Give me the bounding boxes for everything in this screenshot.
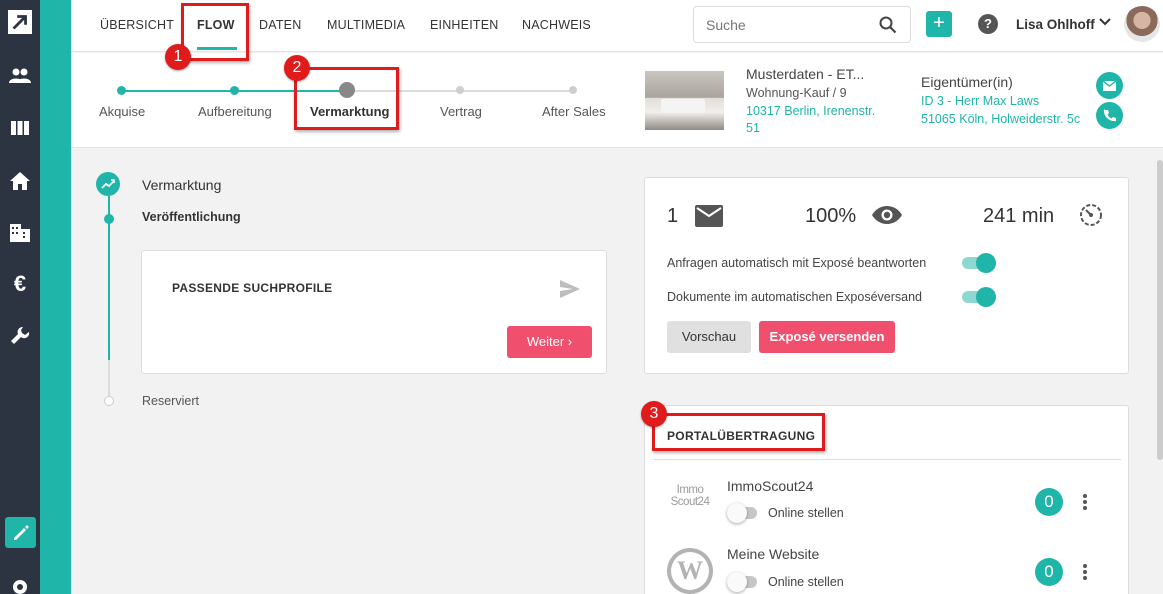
website-more-icon[interactable] [1082,564,1088,580]
trending-icon [96,172,120,196]
logo-icon[interactable] [8,10,32,34]
owner-address-link[interactable]: 51065 Köln, Holweiderstr. 5c [921,112,1080,126]
immoscout-more-icon[interactable] [1082,494,1088,510]
auto-docs-label: Dokumente im automatischen Exposéversand [667,290,922,304]
phone-button[interactable] [1096,102,1123,129]
search-icon[interactable] [879,16,897,37]
portal-name-immoscout: ImmoScout24 [727,478,814,494]
tab-einheiten[interactable]: EINHEITEN [430,18,498,32]
tab-nachweis[interactable]: NACHWEIS [522,18,591,32]
tab-uebersicht[interactable]: ÜBERSICHT [100,18,174,32]
send-expose-button[interactable]: Exposé versenden [759,321,895,353]
timeline-step-reserved[interactable]: Reserviert [142,394,199,408]
sidebar-accent-strip [40,0,71,594]
annotation-box-vermarktung [294,67,399,130]
property-address[interactable]: 10317 Berlin, Irenenstr. 51 [746,103,886,137]
step-dot-akquise[interactable] [117,86,126,95]
suchprofile-title: PASSENDE SUCHPROFILE [172,281,333,295]
immoscout-online-label: Online stellen [768,506,844,520]
timeline-step-title: Veröffentlichung [142,210,241,224]
avatar[interactable] [1124,6,1160,42]
property-title[interactable]: Musterdaten - ET... [746,66,864,82]
portal-name-website: Meine Website [727,546,820,562]
step-dot-after-sales[interactable] [569,86,577,94]
add-button[interactable]: + [926,11,952,37]
property-thumbnail[interactable] [645,71,724,130]
weiter-button-label: Weiter [526,334,565,349]
wrench-icon[interactable] [8,324,32,348]
search-input[interactable] [706,17,866,33]
euro-icon[interactable]: € [8,271,32,296]
annotation-box-flow [181,3,249,61]
gear-icon[interactable] [8,575,32,594]
auto-answer-label: Anfragen automatisch mit Exposé beantwor… [667,256,927,270]
step-dot-aufbereitung[interactable] [230,86,239,95]
weiter-button[interactable]: Weiter › [507,326,592,358]
stat-time: 241 min [983,205,1055,227]
step-label-after-sales[interactable]: After Sales [542,104,606,119]
auto-answer-toggle[interactable] [962,253,996,273]
timeline-dot-current [104,214,114,224]
chevron-right-icon: › [567,334,573,349]
step-label-vertrag[interactable]: Vertrag [440,104,482,119]
timeline-line-pending [108,360,110,398]
annotation-box-portal [652,413,825,451]
main-sidebar: € [0,0,40,594]
stat-mail-count: 1 [667,205,679,227]
help-icon[interactable]: ? [978,14,998,34]
timeline-phase-title: Vermarktung [142,177,222,193]
annotation-number-1: 1 [165,44,191,70]
building-icon[interactable] [8,221,32,245]
step-label-aufbereitung[interactable]: Aufbereitung [198,104,272,119]
people-icon[interactable] [8,64,32,88]
timer-icon [1079,203,1103,230]
annotation-number-3: 3 [641,401,667,427]
send-icon[interactable] [560,280,580,301]
email-button[interactable] [1096,72,1123,99]
owner-id-link[interactable]: ID 3 - Herr Max Laws [921,94,1039,108]
step-dot-vertrag[interactable] [456,86,464,94]
eye-icon [871,205,903,228]
step-label-akquise[interactable]: Akquise [99,104,145,119]
user-name[interactable]: Lisa Ohlhoff [1016,17,1095,32]
preview-button[interactable]: Vorschau [667,321,751,353]
mail-icon [695,205,723,230]
portal-divider [653,459,1121,460]
columns-icon[interactable] [8,116,32,140]
immoscout-online-toggle[interactable] [727,503,761,523]
auto-docs-toggle[interactable] [962,287,996,307]
edit-button[interactable] [5,517,36,548]
search-box [693,6,911,43]
immoscout-logo: Immo Scout24 [670,484,710,508]
home-icon[interactable] [8,169,32,193]
immoscout-count-badge[interactable]: 0 [1035,488,1063,516]
tab-multimedia[interactable]: MULTIMEDIA [327,18,405,32]
property-subtitle: Wohnung-Kauf / 9 [746,86,847,100]
chevron-down-icon[interactable] [1098,15,1112,32]
annotation-number-2: 2 [284,55,310,81]
owner-title: Eigentümer(in) [921,74,1013,90]
scrollbar[interactable] [1157,160,1163,460]
timeline-dot-pending [104,396,114,406]
stat-view-percent: 100% [805,205,857,227]
website-online-label: Online stellen [768,575,844,589]
website-count-badge[interactable]: 0 [1035,558,1063,586]
wordpress-logo-icon: W [667,548,713,594]
tab-daten[interactable]: DATEN [259,18,301,32]
website-online-toggle[interactable] [727,572,761,592]
